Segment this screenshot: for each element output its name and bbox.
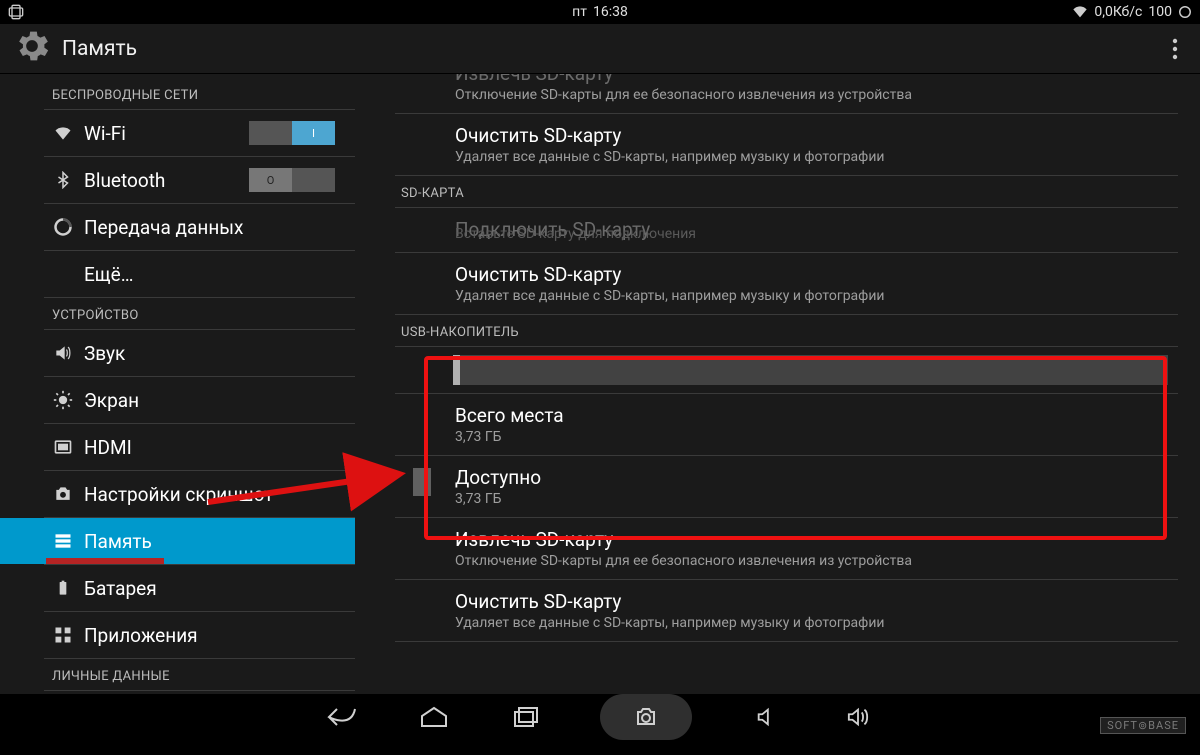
sidebar-item-label: Настройки скриншот: [52, 483, 273, 506]
sidebar-item-bluetooth[interactable]: Bluetooth O: [0, 157, 355, 203]
item-value: 3,73 ГБ: [455, 491, 1178, 507]
item-subtitle: Вставьте SD-карту для подключения: [455, 226, 1178, 242]
sidebar-item-label: Ещё…: [52, 263, 133, 286]
sidebar-item-screenshot[interactable]: Настройки скриншот: [0, 471, 355, 517]
settings-detail-pane[interactable]: Извлечь SD-карту Отключение SD-карты для…: [355, 74, 1200, 694]
home-button[interactable]: [416, 699, 452, 735]
status-bar: пт 16:38 0,0Кб/с 100: [0, 0, 1200, 24]
navigation-bar: SOFT⊚BASE: [0, 694, 1200, 740]
overflow-menu-button[interactable]: [1162, 38, 1188, 60]
back-button[interactable]: [324, 699, 360, 735]
item-eject-sd-top[interactable]: Извлечь SD-карту Отключение SD-карты для…: [395, 74, 1178, 113]
item-erase-sd-2[interactable]: Очистить SD-карту Удаляет все данные с S…: [395, 253, 1178, 314]
app-title: Память: [62, 37, 137, 61]
sidebar-item-display[interactable]: Экран: [0, 377, 355, 423]
sidebar-item-memory[interactable]: Память: [0, 518, 355, 564]
apps-icon: [52, 625, 74, 645]
item-subtitle: Удаляет все данные с SD-карты, например …: [455, 149, 1178, 165]
volume-down-button[interactable]: [748, 699, 784, 735]
bluetooth-icon: [52, 171, 74, 189]
item-title: Очистить SD-карту: [455, 124, 1178, 147]
item-title: Очистить SD-карту: [455, 590, 1178, 613]
item-total-space[interactable]: Всего места 3,73 ГБ: [395, 394, 1178, 455]
status-time: 16:38: [593, 4, 628, 20]
status-battery: 100: [1148, 4, 1172, 20]
annotation-underline: [46, 558, 164, 564]
wifi-toggle[interactable]: I: [249, 121, 335, 145]
bluetooth-toggle[interactable]: O: [249, 168, 335, 192]
item-eject-sd-usb[interactable]: Извлечь SD-карту Отключение SD-карты для…: [395, 518, 1178, 579]
app-bar: Память: [0, 24, 1200, 74]
item-subtitle: Удаляет все данные с SD-карты, например …: [455, 288, 1178, 304]
battery-circle-icon: [1178, 5, 1192, 19]
brightness-icon: [52, 390, 74, 410]
item-mount-sd: Подключить SD-карту Вставьте SD-карту дл…: [395, 208, 1178, 252]
item-title: Доступно: [455, 466, 1178, 489]
sidebar-item-wifi[interactable]: Wi-Fi I: [0, 110, 355, 156]
section-header-device: УСТРОЙСТВО: [0, 298, 355, 329]
storage-icon: [52, 531, 74, 551]
status-speed: 0,0Кб/с: [1094, 4, 1142, 20]
data-usage-icon: [52, 217, 74, 237]
item-title: Очистить SD-карту: [455, 263, 1178, 286]
section-header-wireless: БЕСПРОВОДНЫЕ СЕТИ: [0, 78, 355, 109]
sidebar-item-hdmi[interactable]: HDMI: [0, 424, 355, 470]
section-header-personal: ЛИЧНЫЕ ДАННЫЕ: [0, 659, 355, 690]
battery-icon: [52, 578, 74, 598]
volume-up-button[interactable]: [840, 699, 876, 735]
item-title: Всего места: [455, 404, 1178, 427]
screenshot-button[interactable]: [600, 694, 692, 740]
recent-apps-button[interactable]: [508, 699, 544, 735]
wifi-icon: [1072, 4, 1088, 20]
sidebar-item-battery[interactable]: Батарея: [0, 565, 355, 611]
item-subtitle: Отключение SD-карты для ее безопасного и…: [455, 553, 1178, 569]
watermark: SOFT⊚BASE: [1100, 717, 1186, 734]
camera-icon: [52, 484, 74, 504]
item-available-space[interactable]: Доступно 3,73 ГБ: [395, 456, 1178, 517]
sidebar-item-apps[interactable]: Приложения: [0, 612, 355, 658]
section-header-sdcard: SD-КАРТА: [395, 176, 1178, 207]
item-erase-sd-1[interactable]: Очистить SD-карту Удаляет все данные с S…: [395, 114, 1178, 175]
hdmi-icon: [52, 437, 74, 457]
item-title: Извлечь SD-карту: [455, 528, 1178, 551]
item-value: 3,73 ГБ: [455, 429, 1178, 445]
settings-gear-icon: [12, 26, 52, 72]
wifi-icon: [52, 123, 74, 143]
sidebar-item-data-usage[interactable]: Передача данных: [0, 204, 355, 250]
item-subtitle: Удаляет все данные с SD-карты, например …: [455, 615, 1178, 631]
sidebar-item-more[interactable]: Ещё…: [0, 251, 355, 297]
section-header-extra: [395, 642, 1178, 658]
sidebar-item-label: Передача данных: [52, 216, 243, 239]
section-header-usb: USB-НАКОПИТЕЛЬ: [395, 315, 1178, 346]
sidebar-item-sound[interactable]: Звук: [0, 330, 355, 376]
item-erase-sd-3[interactable]: Очистить SD-карту Удаляет все данные с S…: [395, 580, 1178, 641]
usb-usage-bar: [395, 347, 1178, 393]
status-day: пт: [572, 4, 587, 20]
item-subtitle: Отключение SD-карты для ее безопасного и…: [455, 87, 1178, 103]
settings-sidebar: БЕСПРОВОДНЫЕ СЕТИ Wi-Fi I Bluetooth O: [0, 74, 355, 694]
sound-icon: [52, 343, 74, 363]
color-swatch-icon: [413, 468, 431, 496]
orientation-lock-icon: [8, 4, 24, 20]
item-title: Извлечь SD-карту: [455, 74, 1178, 85]
